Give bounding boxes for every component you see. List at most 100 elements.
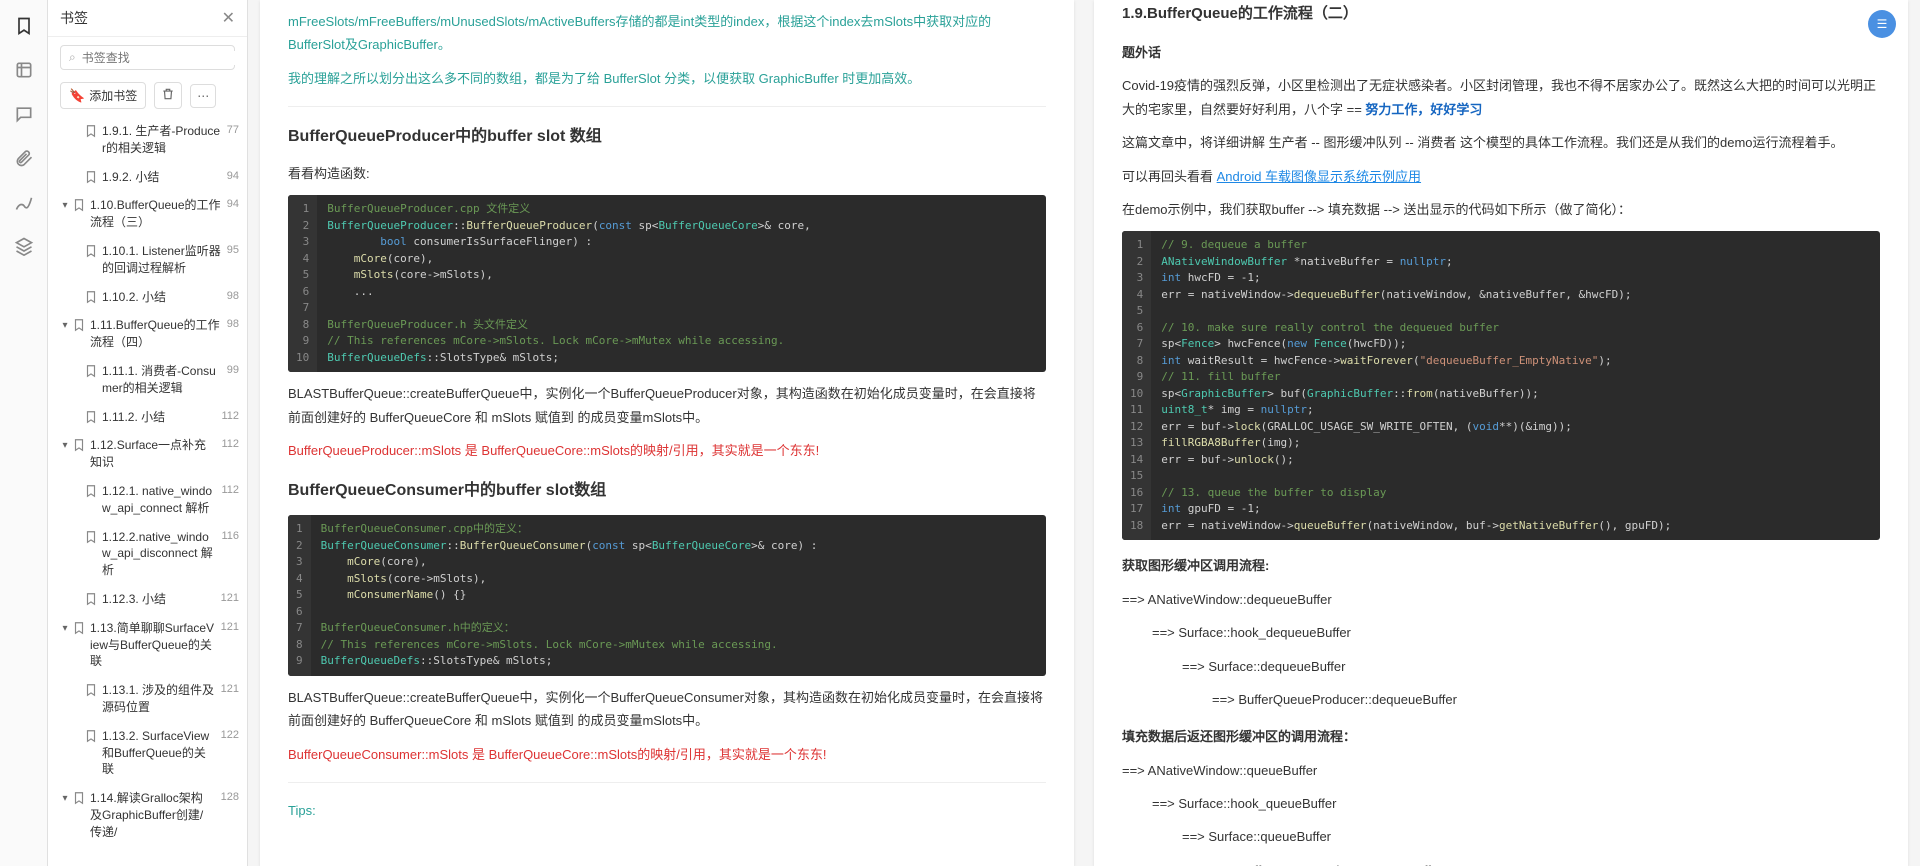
bookmark-item[interactable]: ▸1.10.1. Listener监听器的回调过程解析95 (52, 237, 243, 283)
divider (288, 782, 1046, 783)
sign-icon[interactable] (14, 192, 34, 212)
flow-step: ==> BufferQueueProducer::dequeueBuffer (1122, 688, 1880, 711)
bookmark-label: 1.10.1. Listener监听器的回调过程解析 (102, 243, 221, 277)
paragraph: 可以再回头看看 Android 车载图像显示系统示例应用 (1122, 165, 1880, 188)
code-lines: BufferQueueConsumer.cpp中的定义： BufferQueue… (311, 515, 1046, 676)
bookmark-item[interactable]: ▸1.12.1. native_window_api_connect 解析112 (52, 477, 243, 523)
disclosure-icon[interactable]: ▾ (60, 319, 70, 333)
delete-button[interactable] (154, 82, 182, 109)
bookmark-icon (84, 290, 98, 304)
bookmark-label: 1.11.1. 消费者-Consumer的相关逻辑 (102, 363, 221, 397)
bookmark-item[interactable]: ▸1.10.2. 小结98 (52, 283, 243, 312)
disclosure-icon[interactable]: ▾ (60, 622, 70, 636)
section-heading: BufferQueueProducer中的buffer slot 数组 (288, 123, 1046, 152)
paragraph: mFreeSlots/mFreeBuffers/mUnusedSlots/mAc… (288, 10, 1046, 57)
search-input[interactable] (82, 51, 237, 65)
sub-heading: 题外话 (1122, 41, 1880, 64)
bookmark-item[interactable]: ▸1.13.1. 涉及的组件及源码位置121 (52, 676, 243, 722)
page-title: 1.9.BufferQueue的工作流程（二） (1122, 0, 1880, 27)
bookmark-label: 1.12.Surface一点补充知识 (90, 437, 215, 471)
bookmark-item[interactable]: ▾1.10.BufferQueue的工作流程（三）94 (52, 191, 243, 237)
bookmark-item[interactable]: ▸1.12.3. 小结121 (52, 585, 243, 614)
bookmark-label: 1.9.2. 小结 (102, 169, 221, 186)
sub-heading: 填充数据后返还图形缓冲区的调用流程： (1122, 725, 1880, 748)
bookmark-icon (84, 683, 98, 697)
bookmark-page: 94 (227, 197, 239, 212)
bookmark-item[interactable]: ▸1.9.1. 生产者-Producer的相关逻辑77 (52, 117, 243, 163)
more-button[interactable]: ⋯ (190, 84, 216, 108)
bookmark-list[interactable]: ▸1.9.1. 生产者-Producer的相关逻辑77▸1.9.2. 小结94▾… (48, 117, 247, 866)
bookmark-label: 1.10.2. 小结 (102, 289, 221, 306)
code-block: 1 2 3 4 5 6 7 8 9 10 11 12 13 14 15 16 1… (1122, 231, 1880, 540)
content-area: mFreeSlots/mFreeBuffers/mUnusedSlots/mAc… (248, 0, 1920, 866)
bookmark-page: 98 (227, 317, 239, 332)
bookmark-item[interactable]: ▾1.13.简单聊聊SurfaceView与BufferQueue的关联121 (52, 614, 243, 676)
bookmark-icon (84, 244, 98, 258)
add-bookmark-button[interactable]: 🔖 添加书签 (60, 82, 146, 109)
paragraph: BLASTBufferQueue::createBufferQueue中，实例化… (288, 382, 1046, 429)
comment-icon[interactable] (14, 104, 34, 124)
tips-label: Tips: (288, 799, 1046, 822)
bookmark-item[interactable]: ▸1.11.1. 消费者-Consumer的相关逻辑99 (52, 357, 243, 403)
bookmark-page: 95 (227, 243, 239, 258)
flow-step: ==> ANativeWindow::dequeueBuffer (1122, 588, 1880, 611)
bookmark-icon (72, 621, 86, 635)
bookmark-icon (72, 198, 86, 212)
code-lines: BufferQueueProducer.cpp 文件定义 BufferQueue… (317, 195, 1046, 372)
bookmark-icon (84, 484, 98, 498)
bookmark-page: 112 (221, 483, 239, 498)
bookmark-page: 116 (221, 529, 239, 544)
bookmark-icon (84, 364, 98, 378)
disclosure-icon[interactable]: ▾ (60, 199, 70, 213)
sub-heading: 获取图形缓冲区调用流程: (1122, 554, 1880, 577)
search-icon: ⌕ (69, 50, 76, 65)
disclosure-icon[interactable]: ▾ (60, 792, 70, 806)
bookmark-page: 99 (227, 363, 239, 378)
paragraph: 这篇文章中，将详细讲解 生产者 -- 图形缓冲队列 -- 消费者 这个模型的具体… (1122, 131, 1880, 154)
paragraph: Covid-19疫情的强烈反弹，小区里检测出了无症状感染者。小区封闭管理，我也不… (1122, 74, 1880, 121)
bookmark-item[interactable]: ▸1.13.2. SurfaceView和BufferQueue的关联122 (52, 722, 243, 784)
disclosure-icon[interactable]: ▾ (60, 439, 70, 453)
bookmark-label: 1.13.2. SurfaceView和BufferQueue的关联 (102, 728, 215, 778)
bookmark-icon (84, 124, 98, 138)
bookmark-icon (84, 729, 98, 743)
layers-icon[interactable] (14, 236, 34, 256)
bookmark-label: 1.11.BufferQueue的工作流程（四） (90, 317, 221, 351)
bookmark-page: 77 (227, 123, 239, 138)
flow-step: ==> Surface::dequeueBuffer (1122, 655, 1880, 678)
code-gutter: 1 2 3 4 5 6 7 8 9 10 (288, 195, 317, 372)
bookmark-icon (84, 170, 98, 184)
vertical-toolbar (0, 0, 48, 866)
bookmarks-sidebar: 书签 ✕ ⌕ 🔖 添加书签 ⋯ ▸1.9.1. 生产者-Producer的相关逻… (48, 0, 248, 866)
code-block: 1 2 3 4 5 6 7 8 9 10 BufferQueueProducer… (288, 195, 1046, 372)
bookmark-page: 94 (227, 169, 239, 184)
paragraph: BLASTBufferQueue::createBufferQueue中，实例化… (288, 686, 1046, 733)
bookmark-item[interactable]: ▾1.14.解读Gralloc架构及GraphicBuffer创建/传递/128 (52, 784, 243, 846)
bookmark-page: 112 (221, 437, 239, 452)
bookmark-item[interactable]: ▸1.11.2. 小结112 (52, 403, 243, 432)
bookmark-label: 1.11.2. 小结 (102, 409, 215, 426)
bookmark-page: 122 (221, 728, 239, 743)
bookmark-item[interactable]: ▾ 1.11.BufferQueue的工作流程（四） 98 (52, 311, 243, 357)
bookmark-label: 1.12.2.native_window_api_disconnect 解析 (102, 529, 215, 579)
bookmark-page: 121 (221, 620, 239, 635)
bookmark-label: 1.12.3. 小结 (102, 591, 215, 608)
bookmark-item[interactable]: ▾ 1.12.Surface一点补充知识 112 (52, 431, 243, 477)
link[interactable]: Android 车载图像显示系统示例应用 (1217, 169, 1421, 184)
bookmark-icon[interactable] (14, 16, 34, 36)
add-bookmark-label: 添加书签 (89, 87, 137, 104)
code-gutter: 1 2 3 4 5 6 7 8 9 10 11 12 13 14 15 16 1… (1122, 231, 1151, 540)
close-icon[interactable]: ✕ (222, 8, 235, 28)
page-left[interactable]: mFreeSlots/mFreeBuffers/mUnusedSlots/mAc… (260, 0, 1074, 866)
paragraph-warn: BufferQueueProducer::mSlots 是 BufferQueu… (288, 439, 1046, 462)
attachment-icon[interactable] (14, 148, 34, 168)
flow-step: ==> ANativeWindow::queueBuffer (1122, 759, 1880, 782)
bookmark-item[interactable]: ▸1.9.2. 小结94 (52, 163, 243, 192)
bookmark-label: 1.13.1. 涉及的组件及源码位置 (102, 682, 215, 716)
bookmark-item[interactable]: ▸1.12.2.native_window_api_disconnect 解析1… (52, 523, 243, 585)
page-right[interactable]: 1.9.BufferQueue的工作流程（二） 题外话 Covid-19疫情的强… (1094, 0, 1908, 866)
thumbnail-icon[interactable] (14, 60, 34, 80)
bookmark-icon (84, 530, 98, 544)
fab-button[interactable]: ☰ (1868, 10, 1896, 38)
section-heading: BufferQueueConsumer中的buffer slot数组 (288, 477, 1046, 506)
